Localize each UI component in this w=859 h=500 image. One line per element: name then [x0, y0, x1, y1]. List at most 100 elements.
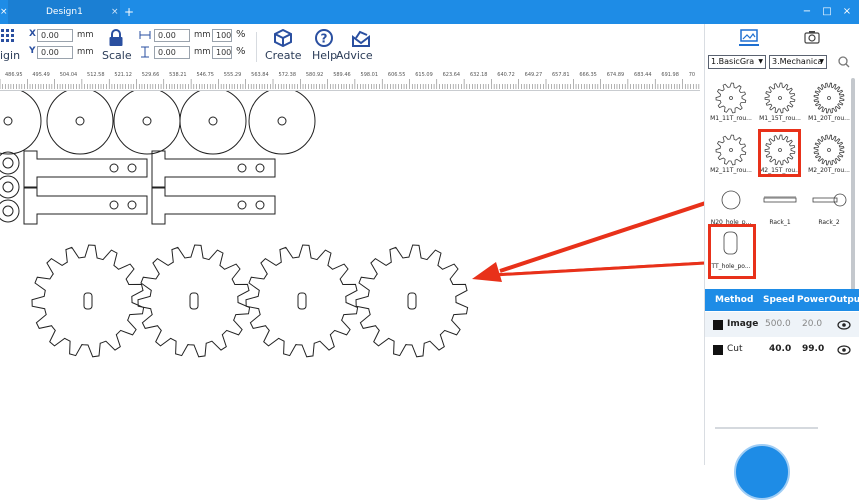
cube-icon	[274, 29, 292, 47]
method-header: Method	[715, 295, 754, 305]
gear-shape[interactable]	[355, 244, 469, 358]
disc-shape[interactable]	[179, 91, 247, 155]
washer-shape[interactable]	[0, 199, 20, 223]
close-window-button[interactable]: ×	[839, 0, 855, 24]
library-item-label: Rack_2	[818, 219, 840, 226]
advice-label: Advice	[336, 49, 373, 62]
library-item-label: M1_20T_rou...	[808, 115, 850, 122]
highlight-box-tt-hole	[708, 224, 756, 279]
camera-icon	[804, 31, 820, 44]
library-scrollbar[interactable]	[851, 78, 855, 296]
tab-library[interactable]	[738, 28, 760, 48]
origin-button[interactable]: igin	[0, 27, 22, 65]
gear-shape[interactable]	[137, 244, 251, 358]
maximize-button[interactable]: □	[819, 0, 835, 24]
height-unit: mm	[194, 47, 211, 57]
add-tab-button[interactable]: +	[124, 0, 134, 24]
layer-power: 20.0	[802, 319, 823, 329]
search-icon[interactable]	[838, 56, 850, 68]
layer-row[interactable]: Cut 40.0 99.0	[705, 337, 859, 362]
layer-speed: 40.0	[769, 344, 792, 354]
x-unit: mm	[77, 30, 94, 40]
layer-color-swatch[interactable]	[713, 320, 723, 330]
washer-shape[interactable]	[0, 151, 20, 175]
help-label: Help	[312, 49, 338, 62]
power-header: Power	[797, 295, 829, 305]
start-button[interactable]	[734, 444, 790, 500]
library-item-label: M1_15T_rou...	[759, 115, 801, 122]
origin-grid-icon	[1, 29, 14, 42]
gear-shape[interactable]	[245, 244, 359, 358]
layer-method: Cut	[727, 344, 743, 354]
link-bar-shape[interactable]	[23, 187, 148, 225]
origin-label: igin	[0, 49, 21, 62]
library-item[interactable]: Rack_1	[757, 184, 803, 232]
tab-camera[interactable]	[801, 28, 823, 48]
height-percent-input[interactable]: 100	[212, 46, 232, 59]
highlight-box-m2-15t	[758, 129, 801, 177]
category-select-value: 1.BasicGra	[711, 57, 755, 66]
tab-close-icon[interactable]: ×	[111, 0, 119, 24]
title-bar: × Design1 × + − □ ×	[0, 0, 859, 24]
width-percent-sign: %	[236, 29, 246, 40]
tab-title: Design1	[46, 7, 83, 17]
link-bar-shape[interactable]	[151, 150, 276, 188]
gear-thumbnail	[764, 82, 796, 114]
y-axis-label: Y	[29, 46, 36, 56]
link-bar-shape[interactable]	[151, 187, 276, 225]
layer-row[interactable]: Image 500.0 20.0	[705, 312, 859, 337]
library-panel: 1.BasicGra ▼ 3.Mechanica ▼ M1_11T_rou... M1…	[704, 24, 859, 500]
x-axis-label: X	[29, 29, 36, 39]
gear-shape[interactable]	[31, 244, 145, 358]
layer-color-swatch[interactable]	[713, 345, 723, 355]
washer-shape[interactable]	[0, 175, 20, 199]
rack-thumbnail	[763, 196, 797, 203]
link-bar-shape[interactable]	[23, 150, 148, 188]
toolbar: igin X 0.00 mm Y 0.00 mm Scale 0.00 mm 1…	[0, 24, 700, 69]
library-item[interactable]: M2_20T_rou...	[806, 132, 852, 180]
x-position-input[interactable]: 0.00	[37, 29, 73, 42]
library-item[interactable]: M2_11T_rou...	[708, 132, 754, 180]
disc-shape[interactable]	[0, 91, 42, 155]
gear-thumbnail	[813, 82, 845, 114]
minimize-button[interactable]: −	[799, 0, 815, 24]
y-position-input[interactable]: 0.00	[37, 46, 73, 59]
canvas-drawing[interactable]	[0, 91, 700, 465]
disc-shape[interactable]	[113, 91, 181, 155]
help-icon: ?	[315, 29, 333, 47]
speed-header: Speed	[763, 295, 795, 305]
advice-button[interactable]: Advice	[336, 27, 386, 65]
create-label: Create	[265, 49, 302, 62]
layer-table-header: Method Speed Power Output	[705, 289, 859, 311]
disc-shape[interactable]	[248, 91, 316, 155]
design-canvas[interactable]	[0, 91, 700, 465]
eye-icon[interactable]	[837, 345, 851, 355]
subcategory-select[interactable]: 3.Mechanica ▼	[769, 55, 827, 69]
scale-label: Scale	[102, 49, 132, 62]
gear-thumbnail	[813, 134, 845, 166]
library-item[interactable]: Rack_2	[806, 184, 852, 232]
svg-text:?: ?	[321, 32, 328, 46]
create-button[interactable]: Create	[262, 27, 302, 65]
lock-icon	[109, 29, 123, 46]
eye-icon[interactable]	[837, 320, 851, 330]
layer-power: 99.0	[802, 344, 825, 354]
library-item-label: M2_11T_rou...	[710, 167, 752, 174]
width-input[interactable]: 0.00	[154, 29, 190, 42]
width-percent-input[interactable]: 100	[212, 29, 232, 42]
height-percent-sign: %	[236, 46, 246, 57]
library-item[interactable]: M1_11T_rou...	[708, 80, 754, 128]
ruler-ticks	[0, 79, 700, 89]
chevron-down-icon: ▼	[819, 58, 824, 65]
close-tab-icon[interactable]: ×	[0, 0, 8, 24]
disc-shape[interactable]	[46, 91, 114, 155]
tab-design1[interactable]: Design1	[8, 0, 120, 24]
category-select[interactable]: 1.BasicGra ▼	[708, 55, 766, 69]
height-input[interactable]: 0.00	[154, 46, 190, 59]
scale-lock-button[interactable]: Scale	[102, 27, 132, 65]
library-item-label: Rack_1	[769, 219, 791, 226]
gear-thumbnail	[715, 82, 747, 114]
library-item[interactable]: M1_15T_rou...	[757, 80, 803, 128]
width-unit: mm	[194, 30, 211, 40]
library-item[interactable]: M1_20T_rou...	[806, 80, 852, 128]
